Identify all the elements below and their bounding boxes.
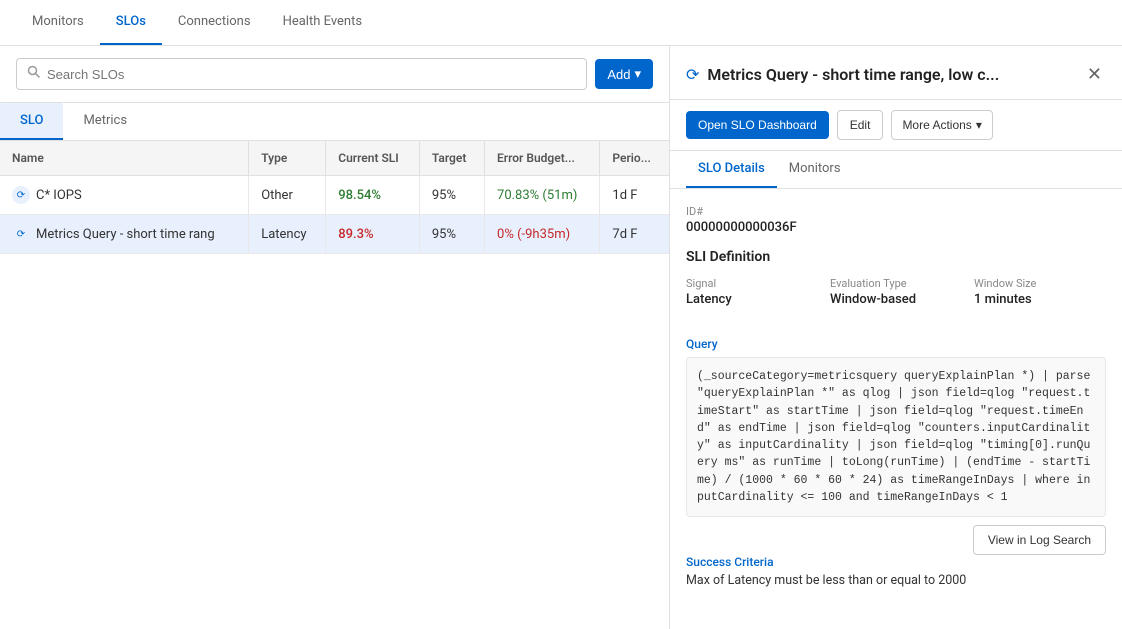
cell-target: 95%	[419, 176, 484, 215]
cell-budget: 0% (-9h35m)	[485, 215, 600, 254]
search-input[interactable]	[47, 67, 576, 82]
tab-slos[interactable]: SLOs	[100, 0, 162, 45]
cell-target: 95%	[419, 215, 484, 254]
sli-grid: Signal Latency Evaluation Type Window-ba…	[686, 277, 1106, 321]
evaluation-type-label: Evaluation Type	[830, 277, 962, 290]
cell-period: 7d F	[600, 215, 669, 254]
tab-monitors[interactable]: Monitors	[777, 151, 853, 188]
success-criteria-label: Success Criteria	[686, 555, 1106, 569]
cell-period: 1d F	[600, 176, 669, 215]
col-period: Perio...	[600, 141, 669, 176]
chevron-down-icon: ▾	[634, 66, 641, 82]
window-size-value: 1 minutes	[974, 292, 1106, 307]
search-icon	[27, 65, 41, 83]
signal-field: Signal Latency	[686, 277, 818, 307]
search-bar: Add ▾	[0, 46, 669, 103]
right-panel: ⟳ Metrics Query - short time range, low …	[670, 46, 1122, 629]
slo-detail-icon: ⟳	[686, 65, 699, 84]
sli-definition-title: SLI Definition	[686, 249, 1106, 265]
window-size-field: Window Size 1 minutes	[974, 277, 1106, 307]
col-name: Name	[0, 141, 249, 176]
edit-button[interactable]: Edit	[837, 110, 884, 140]
cell-type: Latency	[249, 215, 326, 254]
sub-tabs: SLO Metrics	[0, 103, 669, 141]
window-size-label: Window Size	[974, 277, 1106, 290]
right-title-row: ⟳ Metrics Query - short time range, low …	[686, 65, 999, 84]
query-text: (_sourceCategory=metricsquery queryExpla…	[686, 357, 1106, 517]
cell-sli: 89.3%	[326, 215, 420, 254]
chevron-down-icon: ▾	[976, 118, 982, 132]
sli-definition-section: SLI Definition Signal Latency Evaluation…	[686, 249, 1106, 321]
close-button[interactable]: ✕	[1083, 60, 1106, 89]
page-title: Metrics Query - short time range, low c.…	[707, 65, 999, 84]
more-actions-button[interactable]: More Actions ▾	[891, 110, 992, 140]
cell-name: ⟳ C* IOPS	[0, 176, 249, 215]
main-layout: Add ▾ SLO Metrics Name Type Current SLI …	[0, 46, 1122, 629]
sub-tab-slo[interactable]: SLO	[0, 103, 63, 140]
success-criteria-section: Success Criteria Max of Latency must be …	[686, 555, 1106, 588]
cell-name: ⟳ Metrics Query - short time rang	[0, 215, 249, 254]
detail-tabs: SLO Details Monitors	[670, 151, 1122, 189]
signal-label: Signal	[686, 277, 818, 290]
tab-connections[interactable]: Connections	[162, 0, 267, 45]
right-header: ⟳ Metrics Query - short time range, low …	[670, 46, 1122, 100]
id-value: 00000000000036F	[686, 220, 1106, 235]
table-row[interactable]: ⟳ Metrics Query - short time rang Latenc…	[0, 215, 669, 254]
slo-table: Name Type Current SLI Target Error Budge…	[0, 141, 669, 254]
cell-budget: 70.83% (51m)	[485, 176, 600, 215]
action-bar: Open SLO Dashboard Edit More Actions ▾	[670, 100, 1122, 151]
detail-content: ID# 00000000000036F SLI Definition Signa…	[670, 189, 1122, 629]
left-panel: Add ▾ SLO Metrics Name Type Current SLI …	[0, 46, 670, 629]
query-section: Query (_sourceCategory=metricsquery quer…	[686, 337, 1106, 517]
table-row[interactable]: ⟳ C* IOPS Other 98.54% 95% 70.83% (51m) …	[0, 176, 669, 215]
top-nav: Monitors SLOs Connections Health Events	[0, 0, 1122, 46]
tab-health-events[interactable]: Health Events	[267, 0, 379, 45]
col-current-sli: Current SLI	[326, 141, 420, 176]
tab-monitors[interactable]: Monitors	[16, 0, 100, 45]
success-criteria-value: Max of Latency must be less than or equa…	[686, 573, 1106, 588]
id-label: ID#	[686, 205, 1106, 218]
col-error-budget: Error Budget...	[485, 141, 600, 176]
evaluation-type-value: Window-based	[830, 292, 962, 307]
col-type: Type	[249, 141, 326, 176]
view-log-search-button[interactable]: View in Log Search	[973, 525, 1106, 555]
sub-tab-metrics[interactable]: Metrics	[63, 103, 147, 140]
add-button[interactable]: Add ▾	[595, 59, 653, 89]
query-label: Query	[686, 337, 1106, 351]
slo-row-icon: ⟳	[12, 186, 30, 204]
evaluation-type-field: Evaluation Type Window-based	[830, 277, 962, 307]
cell-type: Other	[249, 176, 326, 215]
tab-slo-details[interactable]: SLO Details	[686, 151, 777, 188]
search-input-wrap[interactable]	[16, 58, 587, 90]
slo-table-wrap: Name Type Current SLI Target Error Budge…	[0, 141, 669, 629]
slo-row-icon: ⟳	[12, 225, 30, 243]
signal-value: Latency	[686, 292, 818, 307]
cell-sli: 98.54%	[326, 176, 420, 215]
id-field: ID# 00000000000036F	[686, 205, 1106, 235]
open-dashboard-button[interactable]: Open SLO Dashboard	[686, 111, 829, 139]
col-target: Target	[419, 141, 484, 176]
